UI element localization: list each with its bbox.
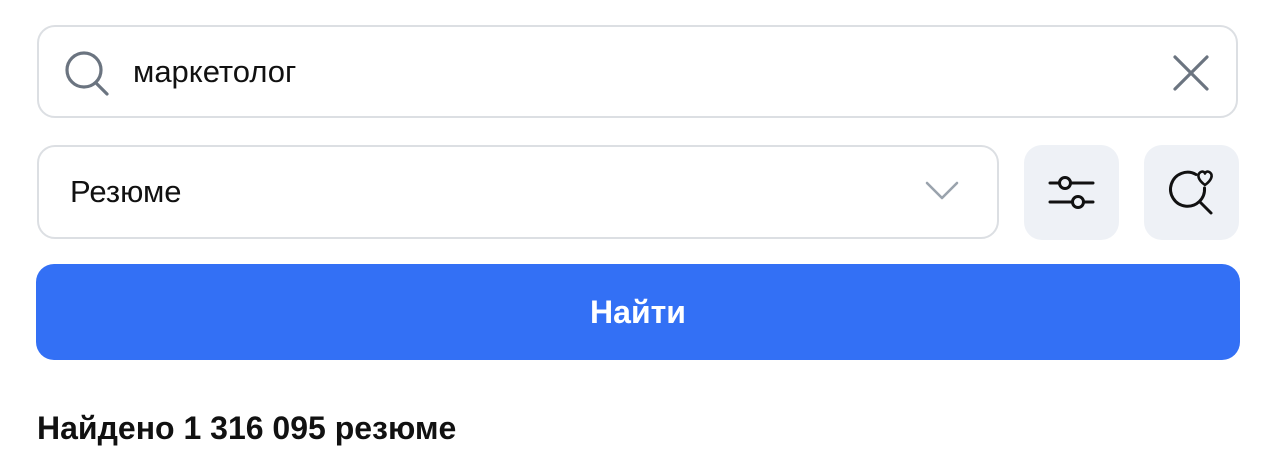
search-heart-icon [1169,170,1213,215]
search-panel: Резюме Найти Найдено 1 316 095 резюме [0,0,1286,476]
search-icon [65,51,109,96]
sliders-icon [1048,176,1095,209]
search-type-select[interactable]: Резюме [37,145,999,239]
close-icon[interactable] [1172,54,1210,92]
search-field[interactable] [37,25,1238,118]
search-input[interactable] [133,27,1133,116]
results-count: Найдено 1 316 095 резюме [37,410,457,446]
saved-searches-button[interactable] [1144,145,1239,240]
search-type-value: Резюме [70,174,182,209]
find-button[interactable]: Найти [36,264,1240,360]
chevron-down-icon [925,181,959,200]
filters-button[interactable] [1024,145,1119,240]
